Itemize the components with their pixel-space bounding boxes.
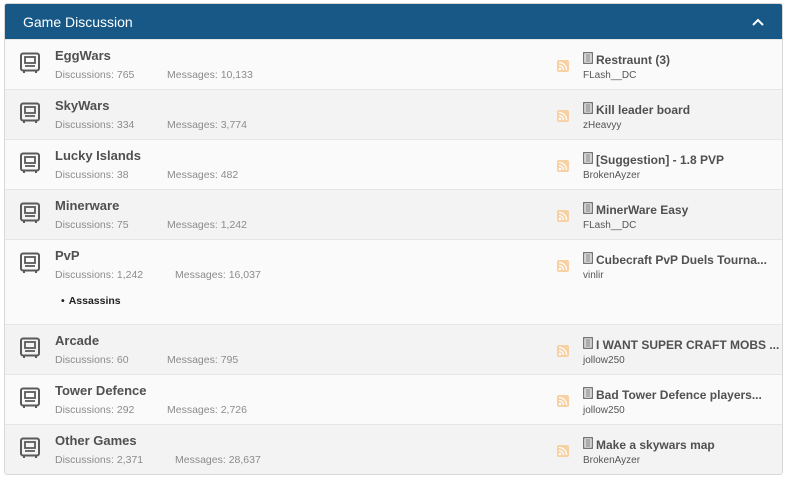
- last-post-user[interactable]: BrokenAyzer: [583, 455, 715, 466]
- forum-node-row: SkyWars Discussions: 334 Messages: 3,774 Ki…: [5, 89, 782, 139]
- document-icon: [583, 202, 593, 217]
- document-icon: [583, 252, 593, 267]
- forum-node-row: Other Games Discussions: 2,371 Messages: 2…: [5, 424, 782, 474]
- document-icon: [583, 102, 593, 117]
- forum-node-icon: [5, 40, 55, 89]
- forum-node-icon: [5, 240, 55, 324]
- node-list: EggWars Discussions: 765 Messages: 10,133 R…: [5, 39, 782, 474]
- messages-stat: Messages: 10,133: [167, 69, 253, 81]
- discussions-stat: Discussions: 75: [55, 219, 129, 231]
- messages-stat: Messages: 1,242: [167, 219, 247, 231]
- messages-stat: Messages: 2,726: [167, 404, 247, 416]
- last-post: Restraunt (3) FLash__DC: [583, 52, 670, 81]
- forum-node-icon: [5, 90, 55, 139]
- last-post-title[interactable]: Make a skywars map: [596, 438, 715, 452]
- discussions-stat: Discussions: 292: [55, 404, 135, 416]
- discussions-stat: Discussions: 1,242: [55, 269, 144, 281]
- document-icon: [583, 52, 593, 67]
- discussions-stat: Discussions: 334: [55, 119, 135, 131]
- discussions-stat: Discussions: 765: [55, 69, 135, 81]
- subforum-list: • Assassins: [55, 295, 782, 307]
- document-icon: [583, 387, 593, 402]
- last-post-title[interactable]: Bad Tower Defence players...: [596, 388, 762, 402]
- rss-icon[interactable]: [557, 159, 569, 172]
- messages-stat: Messages: 28,637: [175, 454, 261, 466]
- rss-icon[interactable]: [557, 259, 569, 272]
- forum-node-icon: [5, 190, 55, 239]
- node-title[interactable]: EggWars: [55, 48, 782, 63]
- subforum-link[interactable]: • Assassins: [61, 295, 782, 307]
- document-icon: [583, 337, 593, 352]
- forum-node-row: Lucky Islands Discussions: 38 Messages: 48…: [5, 139, 782, 189]
- block-header: Game Discussion: [5, 4, 782, 39]
- rss-icon[interactable]: [557, 109, 569, 122]
- messages-stat: Messages: 795: [167, 354, 239, 366]
- last-post: Kill leader board zHeavyy: [583, 102, 690, 131]
- last-post: Make a skywars map BrokenAyzer: [583, 437, 715, 466]
- last-post-user[interactable]: FLash__DC: [583, 70, 670, 81]
- forum-node-row: Tower Defence Discussions: 292 Messages: 2…: [5, 374, 782, 424]
- forum-node-row: Minerware Discussions: 75 Messages: 1,242 M…: [5, 189, 782, 239]
- discussions-stat: Discussions: 2,371: [55, 454, 144, 466]
- last-post-title[interactable]: [Suggestion] - 1.8 PVP: [596, 153, 724, 167]
- last-post: I WANT SUPER CRAFT MOBS ... jollow250: [583, 337, 779, 366]
- forum-node-icon: [5, 425, 55, 474]
- last-post: Cubecraft PvP Duels Tourna... vinlir: [583, 252, 767, 281]
- forum-node-row: Arcade Discussions: 60 Messages: 795 I WANT…: [5, 324, 782, 374]
- forum-node-icon: [5, 375, 55, 424]
- document-icon: [583, 437, 593, 452]
- last-post-user[interactable]: vinlir: [583, 270, 767, 281]
- rss-icon[interactable]: [557, 444, 569, 457]
- messages-stat: Messages: 3,774: [167, 119, 247, 131]
- rss-icon[interactable]: [557, 59, 569, 72]
- discussions-stat: Discussions: 38: [55, 169, 129, 181]
- chevron-up-icon[interactable]: [750, 14, 766, 30]
- last-post-title[interactable]: Cubecraft PvP Duels Tourna...: [596, 253, 767, 267]
- rss-icon[interactable]: [557, 209, 569, 222]
- rss-icon[interactable]: [557, 344, 569, 357]
- last-post-title[interactable]: Kill leader board: [596, 103, 690, 117]
- last-post: MinerWare Easy FLash__DC: [583, 202, 688, 231]
- last-post-user[interactable]: BrokenAyzer: [583, 170, 724, 181]
- forum-node-row: EggWars Discussions: 765 Messages: 10,133 R…: [5, 39, 782, 89]
- rss-icon[interactable]: [557, 394, 569, 407]
- forum-node-icon: [5, 140, 55, 189]
- messages-stat: Messages: 482: [167, 169, 239, 181]
- messages-stat: Messages: 16,037: [175, 269, 261, 281]
- forum-node-icon: [5, 325, 55, 374]
- forum-node-row: PvP Discussions: 1,242 Messages: 16,037 • As…: [5, 239, 782, 324]
- last-post-user[interactable]: jollow250: [583, 405, 762, 416]
- discussions-stat: Discussions: 60: [55, 354, 129, 366]
- last-post-user[interactable]: jollow250: [583, 355, 779, 366]
- last-post-user[interactable]: zHeavyy: [583, 120, 690, 131]
- last-post-title[interactable]: MinerWare Easy: [596, 203, 688, 217]
- block-title[interactable]: Game Discussion: [23, 14, 133, 30]
- document-icon: [583, 152, 593, 167]
- last-post: [Suggestion] - 1.8 PVP BrokenAyzer: [583, 152, 724, 181]
- game-discussion-block: Game Discussion EggWars Discussions: 765 M…: [4, 3, 783, 475]
- last-post-title[interactable]: I WANT SUPER CRAFT MOBS ...: [596, 338, 779, 352]
- last-post-title[interactable]: Restraunt (3): [596, 53, 670, 67]
- last-post: Bad Tower Defence players... jollow250: [583, 387, 762, 416]
- last-post-user[interactable]: FLash__DC: [583, 220, 688, 231]
